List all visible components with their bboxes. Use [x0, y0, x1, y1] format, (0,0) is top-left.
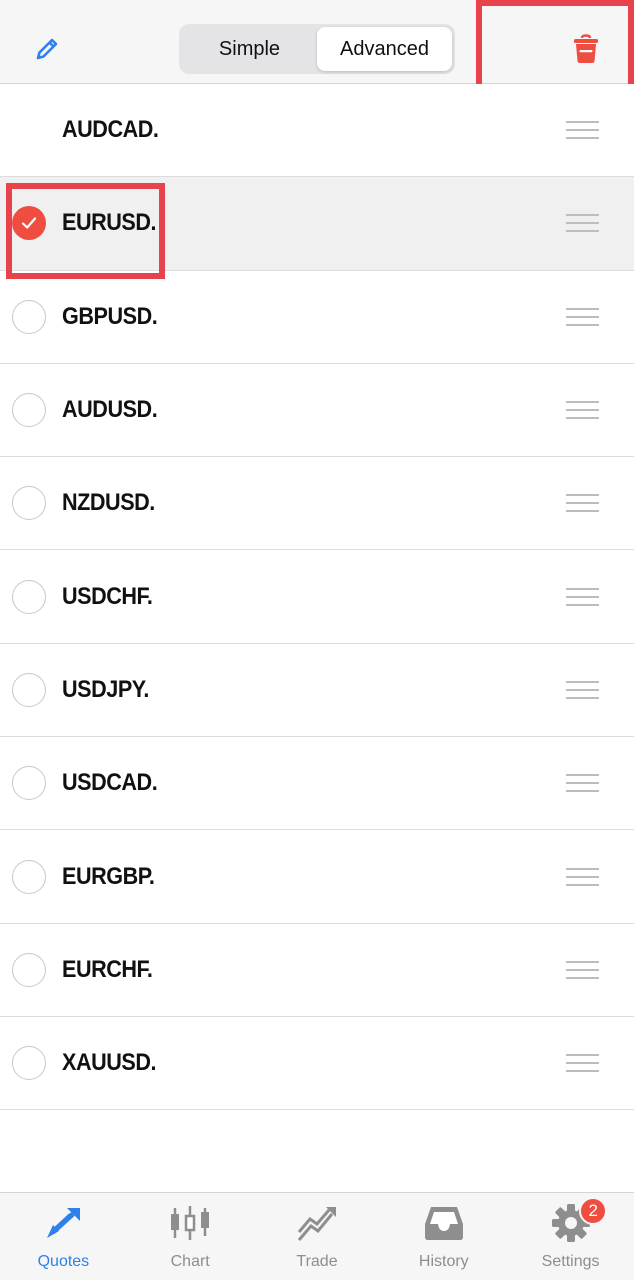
- select-radio[interactable]: [12, 672, 46, 707]
- drag-handle-icon[interactable]: [566, 587, 599, 606]
- list-item[interactable]: XAUUSD.: [0, 1016, 634, 1111]
- candlestick-icon: [171, 1206, 210, 1240]
- symbol-name: GBPUSD.: [62, 302, 158, 330]
- drag-handle-icon[interactable]: [566, 867, 599, 886]
- list-item[interactable]: EURGBP.: [0, 830, 634, 924]
- symbol-name: EURCHF.: [62, 955, 153, 983]
- drag-handle-icon[interactable]: [566, 774, 599, 793]
- tab-label: Chart: [170, 1253, 210, 1270]
- segment-simple[interactable]: Simple: [182, 27, 317, 71]
- drag-handle-icon[interactable]: [566, 307, 599, 326]
- inbox-icon: [424, 1207, 463, 1240]
- select-radio[interactable]: [12, 1046, 46, 1081]
- symbol-name: AUDUSD.: [62, 396, 158, 424]
- drag-handle-icon[interactable]: [566, 494, 599, 513]
- tab-label: History: [418, 1253, 469, 1270]
- top-toolbar: Simple Advanced: [0, 0, 634, 92]
- list-item[interactable]: NZDUSD.: [0, 457, 634, 551]
- tab-chart[interactable]: Chart: [127, 1193, 254, 1280]
- select-radio[interactable]: [12, 486, 46, 521]
- symbol-name: USDCHF.: [62, 582, 153, 610]
- list-item[interactable]: USDCAD.: [0, 737, 634, 831]
- tab-quotes[interactable]: Quotes: [0, 1193, 127, 1280]
- edit-button[interactable]: [30, 32, 64, 66]
- drag-handle-icon[interactable]: [566, 214, 599, 233]
- list-item[interactable]: AUDUSD.: [0, 363, 634, 458]
- list-item[interactable]: GBPUSD.: [0, 270, 634, 364]
- select-radio[interactable]: [12, 952, 46, 987]
- symbol-list: AUDCAD. EURUSD. GBPUSD. AUDUSD. NZDUSD. …: [0, 84, 634, 1111]
- select-radio[interactable]: [12, 766, 46, 801]
- drag-handle-icon[interactable]: [566, 680, 599, 699]
- tab-settings[interactable]: Settings 2: [507, 1193, 634, 1280]
- list-item[interactable]: USDJPY.: [0, 643, 634, 738]
- select-radio[interactable]: [12, 393, 46, 428]
- list-item[interactable]: AUDCAD.: [0, 84, 634, 178]
- pencil-icon: [36, 38, 58, 60]
- delete-highlight-box: [476, 0, 634, 92]
- quotes-arrows-icon: [47, 1208, 81, 1238]
- bottom-tab-bar: Quotes Chart Trade History Settings 2: [0, 1192, 634, 1280]
- drag-handle-icon[interactable]: [566, 401, 599, 420]
- tab-label: Quotes: [37, 1253, 90, 1270]
- select-radio-checked[interactable]: [12, 206, 46, 241]
- delete-button[interactable]: [565, 28, 607, 70]
- symbol-name: EURUSD.: [62, 209, 157, 237]
- checkmark-icon: [21, 217, 37, 230]
- tab-trade[interactable]: Trade: [254, 1193, 381, 1280]
- view-mode-segmented-control: Simple Advanced: [179, 24, 455, 74]
- select-radio[interactable]: [12, 299, 46, 334]
- drag-handle-icon[interactable]: [566, 960, 599, 979]
- symbol-name: USDJPY.: [62, 675, 149, 703]
- select-radio[interactable]: [12, 579, 46, 614]
- tab-label: Settings: [541, 1253, 600, 1270]
- drag-handle-icon[interactable]: [566, 1054, 599, 1073]
- list-item[interactable]: EURCHF.: [0, 923, 634, 1017]
- tab-label: Trade: [296, 1253, 338, 1270]
- trash-icon: [574, 34, 598, 63]
- symbol-name: AUDCAD.: [62, 116, 159, 144]
- symbol-name: USDCAD.: [62, 769, 158, 797]
- segment-advanced[interactable]: Advanced: [317, 27, 452, 71]
- notification-badge: 2: [579, 1197, 608, 1225]
- tab-history[interactable]: History: [380, 1193, 507, 1280]
- list-item[interactable]: EURUSD.: [0, 177, 634, 271]
- trend-line-icon: [297, 1207, 336, 1241]
- symbol-name: EURGBP.: [62, 862, 155, 890]
- list-item[interactable]: USDCHF.: [0, 550, 634, 644]
- select-radio[interactable]: [12, 859, 46, 894]
- symbol-name: NZDUSD.: [62, 489, 155, 517]
- symbol-name: XAUUSD.: [62, 1049, 157, 1077]
- drag-handle-icon[interactable]: [566, 121, 599, 140]
